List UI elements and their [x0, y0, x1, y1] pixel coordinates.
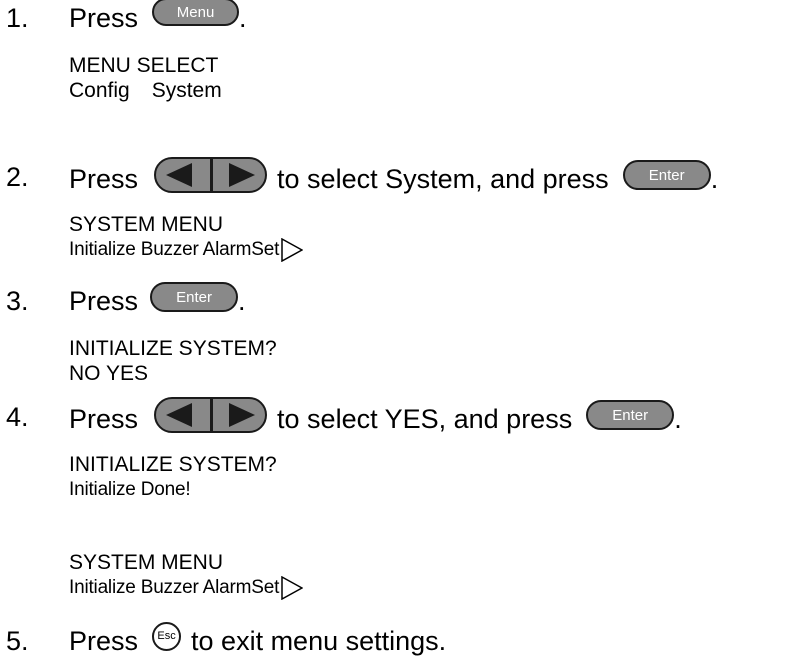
- step-5-text: Press Esc to exit menu settings.: [69, 621, 447, 657]
- lcd-line-2: Initialize Buzzer AlarmSet: [69, 237, 304, 262]
- right-arrow-icon: [229, 163, 256, 187]
- right-arrow-icon: [229, 403, 256, 427]
- step-4-text: Press to select YES, and press Enter .: [69, 397, 682, 437]
- lcd-line-2: NO YES: [69, 362, 148, 385]
- right-triangle-outline-icon: [281, 575, 304, 600]
- left-arrow-icon: [166, 403, 193, 427]
- esc-key-icon: Esc: [152, 621, 182, 651]
- period: .: [238, 286, 246, 316]
- lcd-line-1: INITIALIZE SYSTEM?: [69, 337, 277, 360]
- step-number: 4.: [6, 402, 29, 432]
- right-triangle-outline-icon: [281, 237, 304, 262]
- left-right-arrow-keys-icon: [154, 397, 268, 433]
- lcd-line-2: Config System: [69, 78, 222, 103]
- press-label: Press: [69, 286, 139, 316]
- option-system: System: [151, 79, 222, 102]
- step-number: 1.: [6, 3, 29, 33]
- lcd-system-menu: SYSTEM MENU Initialize Buzzer AlarmSet: [69, 212, 304, 262]
- arrow-divider: [210, 159, 214, 191]
- instruction-text: to select YES, and press: [277, 404, 573, 434]
- period: .: [710, 164, 719, 194]
- instruction-text: to exit menu settings.: [191, 626, 447, 656]
- press-label: Press: [69, 3, 139, 33]
- enter-key-icon: Enter: [586, 400, 675, 430]
- step-number: 2.: [6, 162, 29, 192]
- left-arrow-icon: [166, 163, 193, 187]
- lcd-initialize-done: INITIALIZE SYSTEM? Initialize Done!: [69, 452, 277, 502]
- menu-key-icon: Menu: [152, 0, 240, 26]
- lcd-line-1: INITIALIZE SYSTEM?: [69, 453, 277, 476]
- lcd-line-2: Initialize Done!: [69, 479, 191, 500]
- lcd-line-1: MENU SELECT: [69, 54, 219, 77]
- left-right-arrow-keys-icon: [154, 157, 268, 193]
- enter-key-icon: Enter: [622, 160, 711, 190]
- lcd-line-1: SYSTEM MENU: [69, 213, 224, 236]
- lcd-menu-items: Initialize Buzzer AlarmSet: [69, 577, 280, 598]
- press-label: Press: [69, 164, 139, 194]
- lcd-menu-select: MENU SELECT Config System: [69, 53, 222, 103]
- step-number: 5.: [6, 626, 29, 656]
- step-number: 3.: [6, 286, 29, 316]
- option-config: Config: [69, 79, 130, 102]
- step-3-text: Press Enter .: [69, 282, 246, 317]
- lcd-system-menu-return: SYSTEM MENU Initialize Buzzer AlarmSet: [69, 550, 304, 600]
- press-label: Press: [69, 626, 139, 656]
- arrow-divider: [210, 399, 214, 431]
- lcd-initialize-confirm: INITIALIZE SYSTEM? NO YES: [69, 336, 277, 386]
- instruction-text: to select System, and press: [277, 164, 609, 194]
- step-2-text: Press to select System, and press Enter …: [69, 157, 719, 197]
- lcd-menu-items: Initialize Buzzer AlarmSet: [69, 239, 280, 260]
- lcd-line-1: SYSTEM MENU: [69, 551, 224, 574]
- press-label: Press: [69, 404, 139, 434]
- lcd-line-2: Initialize Buzzer AlarmSet: [69, 575, 304, 600]
- step-1-text: Press Menu .: [69, 0, 247, 34]
- enter-key-icon: Enter: [150, 282, 239, 312]
- period: .: [674, 404, 682, 434]
- period: .: [239, 3, 247, 33]
